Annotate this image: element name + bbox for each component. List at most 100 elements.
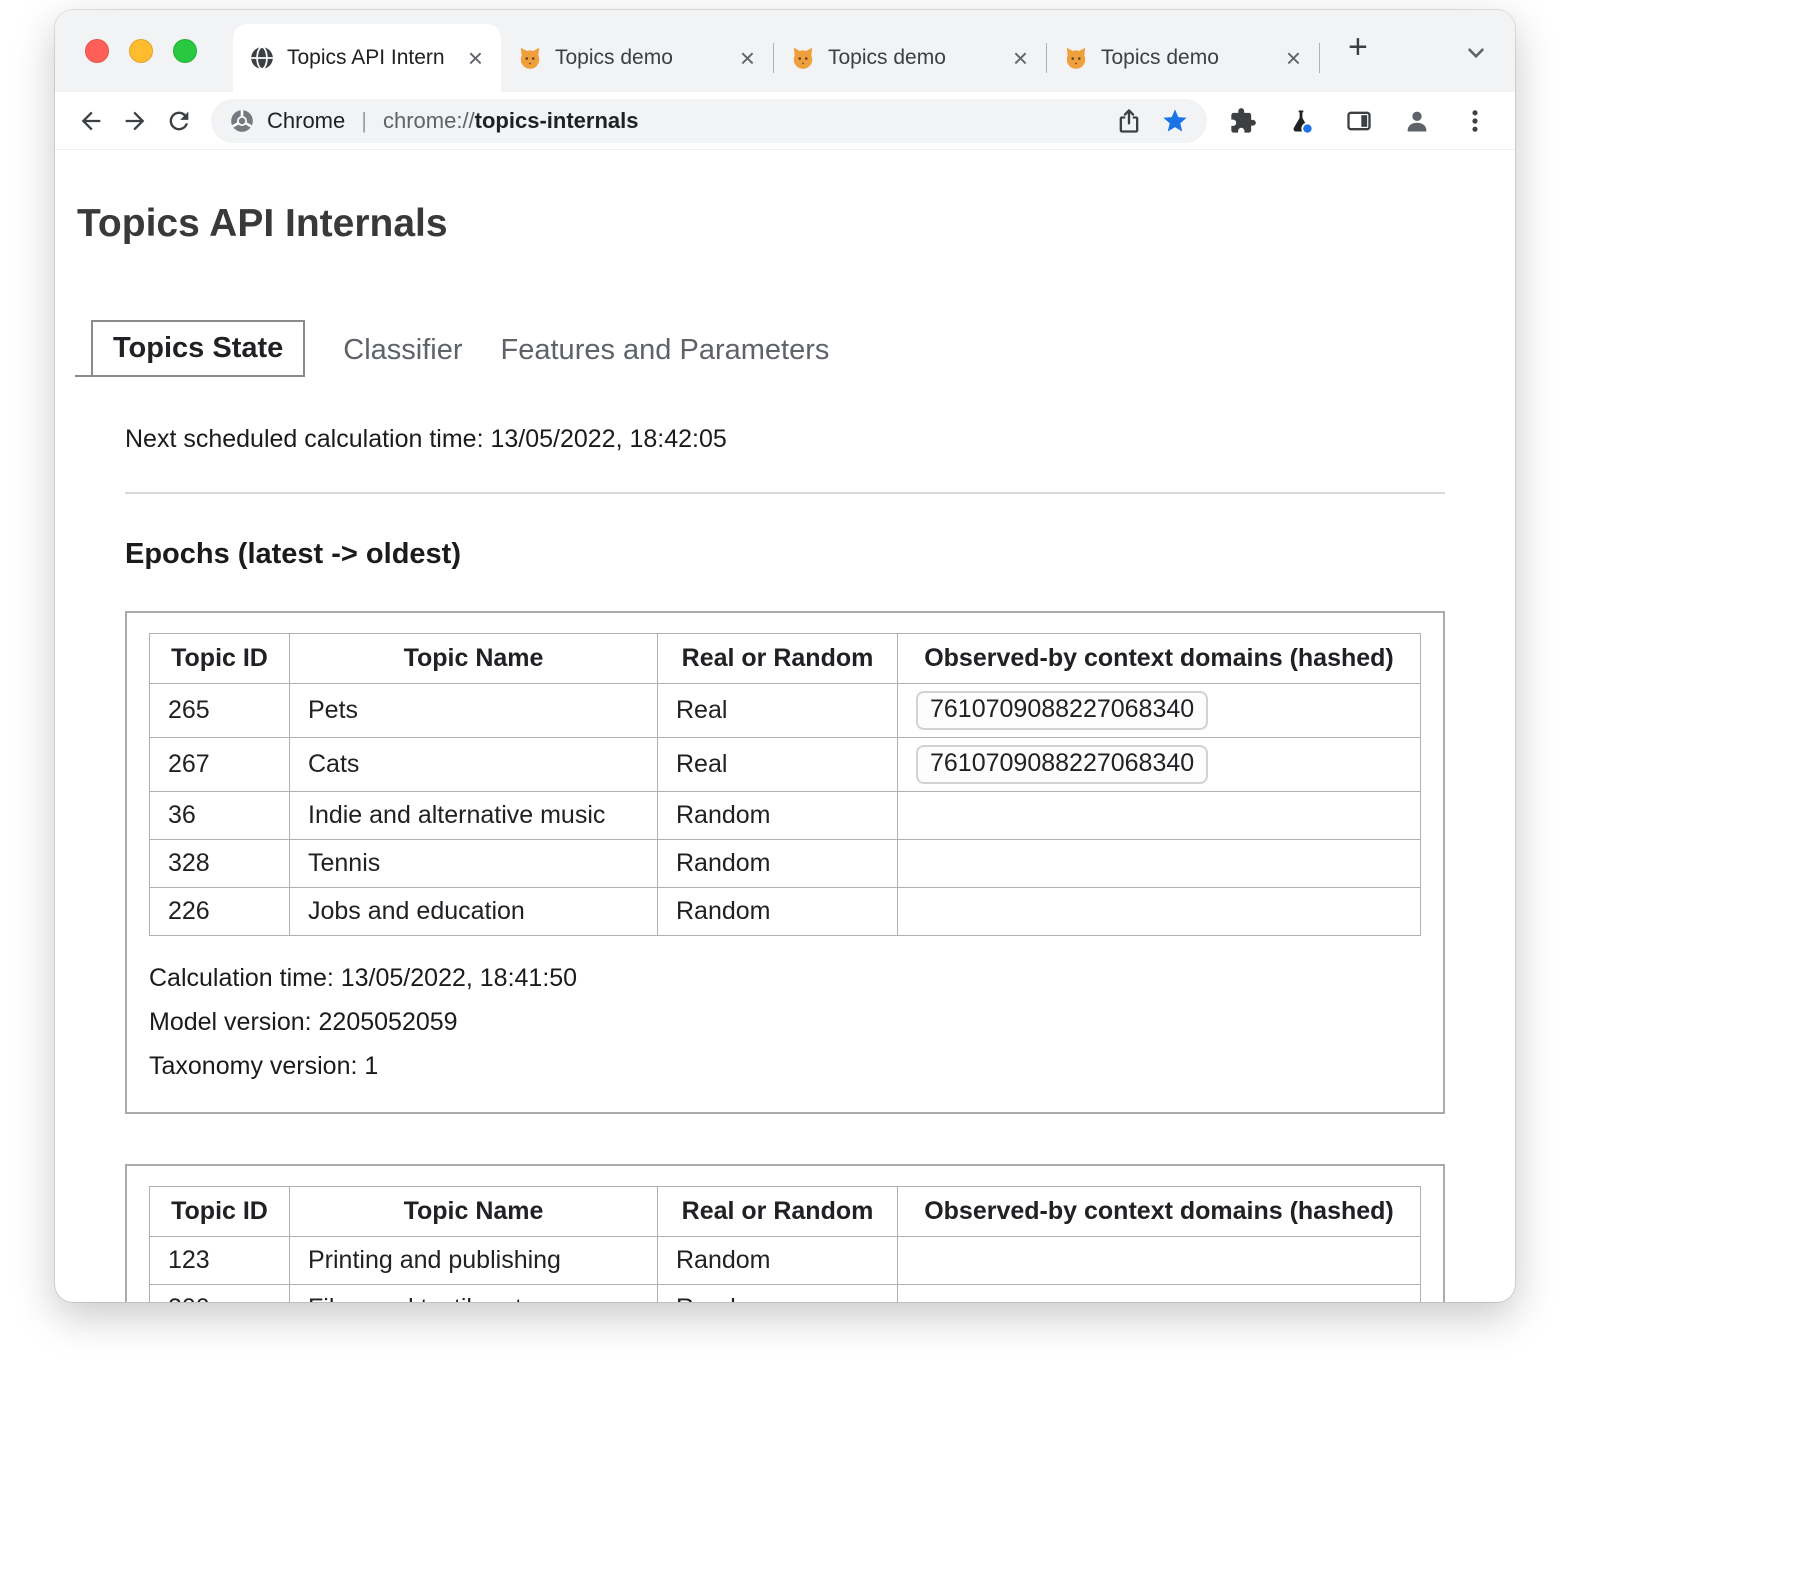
tab-features-and-parameters[interactable]: Features and Parameters xyxy=(501,324,830,377)
topic-id: 200 xyxy=(150,1285,290,1303)
omnibox-divider: | xyxy=(361,108,367,134)
address-bar[interactable]: Chrome | chrome://topics-internals xyxy=(211,99,1207,143)
topics-state-panel: Next scheduled calculation time: 13/05/2… xyxy=(75,425,1495,1302)
table-row: 123 Printing and publishing Random xyxy=(150,1237,1421,1285)
table-header-row: Topic ID Topic Name Real or Random Obser… xyxy=(150,1187,1421,1237)
domain-hash-chip[interactable]: 7610709088227068340 xyxy=(916,745,1208,784)
domain-hash-chip[interactable]: 7610709088227068340 xyxy=(916,691,1208,730)
browser-toolbar: Chrome | chrome://topics-internals xyxy=(55,92,1515,150)
epoch-box-2: Topic ID Topic Name Real or Random Obser… xyxy=(125,1164,1445,1302)
share-icon[interactable] xyxy=(1115,107,1143,135)
column-observed-domains: Observed-by context domains (hashed) xyxy=(898,1187,1421,1237)
browser-window: Topics API Intern × Topics demo × Topics… xyxy=(55,10,1515,1302)
table-row: 265 Pets Real 7610709088227068340 xyxy=(150,684,1421,738)
tab-close-icon[interactable]: × xyxy=(466,45,485,71)
url-scheme: chrome:// xyxy=(383,108,475,133)
cat-favicon-icon xyxy=(790,45,816,71)
epoch-table-2: Topic ID Topic Name Real or Random Obser… xyxy=(149,1186,1421,1302)
taxonomy-version: Taxonomy version: 1 xyxy=(149,1044,1421,1088)
calculation-time: Calculation time: 13/05/2022, 18:41:50 xyxy=(149,956,1421,1000)
column-topic-id: Topic ID xyxy=(150,1187,290,1237)
tab-search-chevron-icon[interactable] xyxy=(1463,40,1489,66)
globe-favicon-icon xyxy=(249,45,275,71)
tab-title: Topics API Intern xyxy=(287,46,454,70)
observed-domains-cell xyxy=(898,840,1421,888)
page-tabs: Topics State Classifier Features and Par… xyxy=(91,320,1495,377)
traffic-lights xyxy=(55,10,233,92)
cat-favicon-icon xyxy=(1063,45,1089,71)
kebab-menu-icon[interactable] xyxy=(1458,104,1492,138)
column-topic-id: Topic ID xyxy=(150,634,290,684)
close-window-button[interactable] xyxy=(85,39,109,63)
topic-id: 123 xyxy=(150,1237,290,1285)
tab-title: Topics demo xyxy=(828,46,999,70)
back-icon[interactable] xyxy=(74,104,108,138)
next-calculation-time: Next scheduled calculation time: 13/05/2… xyxy=(125,425,1445,454)
browser-tab-topics-demo-1[interactable]: Topics demo × xyxy=(501,24,773,92)
topic-id: 226 xyxy=(150,888,290,936)
table-row: 328 Tennis Random xyxy=(150,840,1421,888)
table-row: 36 Indie and alternative music Random xyxy=(150,792,1421,840)
browser-tab-topics-demo-3[interactable]: Topics demo × xyxy=(1047,24,1319,92)
table-row: 226 Jobs and education Random xyxy=(150,888,1421,936)
table-row: 200 Fibre and textile arts Random xyxy=(150,1285,1421,1303)
topic-name: Jobs and education xyxy=(290,888,658,936)
extensions-puzzle-icon[interactable] xyxy=(1226,104,1260,138)
page-content: Topics API Internals Topics State Classi… xyxy=(55,202,1515,1302)
tab-classifier[interactable]: Classifier xyxy=(343,324,462,377)
topic-name: Fibre and textile arts xyxy=(290,1285,658,1303)
epoch-box-1: Topic ID Topic Name Real or Random Obser… xyxy=(125,611,1445,1114)
real-or-random: Random xyxy=(658,792,898,840)
url-host: topics-internals xyxy=(475,108,639,133)
bookmark-star-icon[interactable] xyxy=(1161,107,1189,135)
new-tab-button[interactable]: + xyxy=(1348,30,1368,64)
real-or-random: Random xyxy=(658,1285,898,1303)
minimize-window-button[interactable] xyxy=(129,39,153,63)
forward-icon[interactable] xyxy=(118,104,152,138)
real-or-random: Random xyxy=(658,1237,898,1285)
tab-title: Topics demo xyxy=(555,46,726,70)
table-row: 267 Cats Real 7610709088227068340 xyxy=(150,738,1421,792)
topic-name: Printing and publishing xyxy=(290,1237,658,1285)
site-label: Chrome xyxy=(267,108,345,134)
observed-domains-cell: 7610709088227068340 xyxy=(898,738,1421,792)
table-header-row: Topic ID Topic Name Real or Random Obser… xyxy=(150,634,1421,684)
cat-favicon-icon xyxy=(517,45,543,71)
model-version: Model version: 2205052059 xyxy=(149,1000,1421,1044)
observed-domains-cell xyxy=(898,888,1421,936)
tab-close-icon[interactable]: × xyxy=(1284,45,1303,71)
topic-id: 328 xyxy=(150,840,290,888)
topic-name: Indie and alternative music xyxy=(290,792,658,840)
real-or-random: Real xyxy=(658,738,898,792)
maximize-window-button[interactable] xyxy=(173,39,197,63)
tab-topics-state[interactable]: Topics State xyxy=(91,320,305,377)
divider xyxy=(125,492,1445,494)
topic-name: Tennis xyxy=(290,840,658,888)
column-observed-domains: Observed-by context domains (hashed) xyxy=(898,634,1421,684)
flask-extension-icon[interactable] xyxy=(1284,104,1318,138)
profile-avatar-icon[interactable] xyxy=(1400,104,1434,138)
tab-close-icon[interactable]: × xyxy=(738,45,757,71)
url-text[interactable]: chrome://topics-internals xyxy=(383,108,639,134)
observed-domains-cell xyxy=(898,1237,1421,1285)
real-or-random: Random xyxy=(658,840,898,888)
tab-divider xyxy=(1319,43,1320,73)
side-panel-icon[interactable] xyxy=(1342,104,1376,138)
observed-domains-cell xyxy=(898,1285,1421,1303)
reload-icon[interactable] xyxy=(162,104,196,138)
epoch-table-1: Topic ID Topic Name Real or Random Obser… xyxy=(149,633,1421,936)
tab-strip: Topics API Intern × Topics demo × Topics… xyxy=(55,10,1515,92)
topic-id: 265 xyxy=(150,684,290,738)
tab-close-icon[interactable]: × xyxy=(1011,45,1030,71)
topic-name: Cats xyxy=(290,738,658,792)
tab-title: Topics demo xyxy=(1101,46,1272,70)
browser-tab-topics-internals[interactable]: Topics API Intern × xyxy=(233,24,501,92)
topic-id: 267 xyxy=(150,738,290,792)
topic-name: Pets xyxy=(290,684,658,738)
real-or-random: Random xyxy=(658,888,898,936)
epoch-meta: Calculation time: 13/05/2022, 18:41:50 M… xyxy=(149,956,1421,1088)
observed-domains-cell xyxy=(898,792,1421,840)
browser-tab-topics-demo-2[interactable]: Topics demo × xyxy=(774,24,1046,92)
topic-id: 36 xyxy=(150,792,290,840)
observed-domains-cell: 7610709088227068340 xyxy=(898,684,1421,738)
